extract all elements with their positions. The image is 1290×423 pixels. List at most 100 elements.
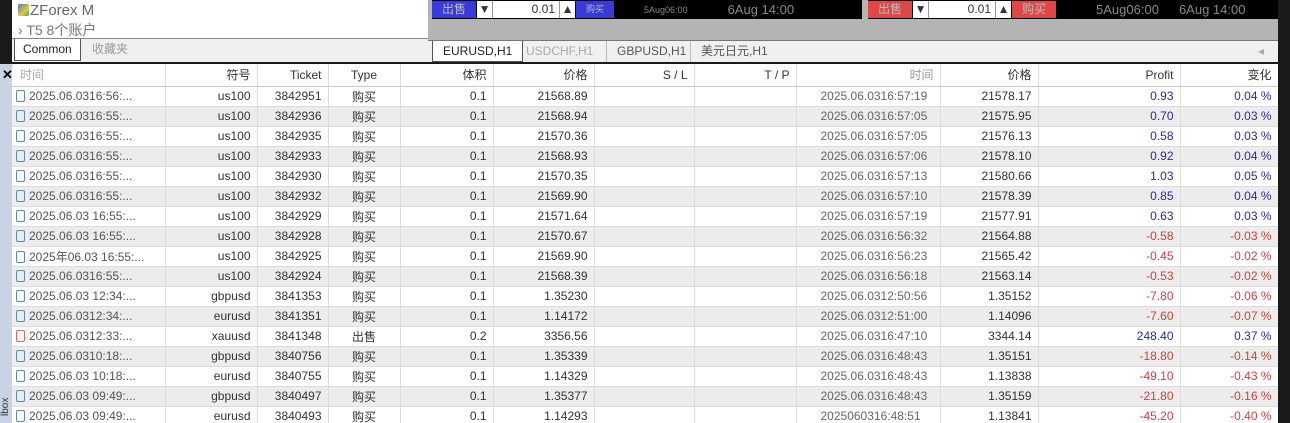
- cell-ticket: 3842928: [257, 226, 329, 247]
- column-header[interactable]: 时间: [12, 64, 166, 87]
- position-icon: [16, 210, 25, 222]
- column-header[interactable]: 体积: [400, 64, 494, 87]
- position-icon: [16, 370, 25, 382]
- chart-window-1[interactable]: 出售 ▼ 0.01 ▲ 购买 5Aug06:00 6Aug 14:00: [432, 0, 862, 19]
- cell-open-price: 21569.90: [493, 246, 595, 267]
- accounts-item[interactable]: › T5 8个账户: [18, 20, 96, 40]
- cell-sl: [594, 386, 695, 407]
- lot-stepper[interactable]: ▼ 0.01 ▲: [477, 1, 576, 18]
- table-row[interactable]: 2025.06.0312:33:... xauusd 3841348 出售 0.2 335…: [12, 326, 1278, 347]
- lot-value[interactable]: 0.01: [493, 1, 559, 18]
- buy-button[interactable]: 购买: [576, 1, 615, 18]
- scroll-left-icon[interactable]: ◂: [1248, 41, 1274, 62]
- column-header[interactable]: 变化: [1180, 64, 1278, 87]
- table-row[interactable]: 2025.06.03 12:34:... gbpusd 3841353 购买 0.1 1.…: [12, 286, 1278, 307]
- table-row[interactable]: 2025.06.03 10:18:... eurusd 3840755 购买 0.1 1.…: [12, 366, 1278, 387]
- cell-open-time: 2025.06.03 09:49:...: [12, 406, 166, 423]
- cell-ticket: 3842932: [257, 186, 329, 207]
- cell-tp: [694, 326, 797, 347]
- table-row[interactable]: 2025.06.03 09:49:... eurusd 3840493 购买 0.1 1.…: [12, 406, 1278, 423]
- cell-profit: -21.80: [1038, 386, 1181, 407]
- cell-sl: [594, 186, 695, 207]
- tab-common[interactable]: Common: [14, 39, 81, 61]
- table-row[interactable]: 2025.06.03 16:55:... us100 3842929 购买 0.1 215…: [12, 206, 1278, 227]
- cell-open-price: 1.14293: [493, 406, 595, 423]
- increase-icon[interactable]: ▲: [559, 1, 575, 18]
- open-time-text: 2025.06.0316:56:...: [29, 89, 133, 103]
- column-header[interactable]: 价格: [940, 64, 1039, 87]
- cell-symbol: gbpusd: [165, 346, 258, 367]
- lot-stepper[interactable]: ▼ 0.01 ▲: [913, 1, 1012, 18]
- column-header[interactable]: 时间: [796, 64, 941, 87]
- open-time-text: 2025.06.0310:18:...: [29, 349, 133, 363]
- decrease-icon[interactable]: ▼: [477, 1, 494, 18]
- cell-change: -0.14 %: [1180, 346, 1278, 367]
- sell-button[interactable]: 出售: [432, 1, 477, 18]
- table-row[interactable]: 2025.06.0316:55:... us100 3842932 购买 0.1 2156…: [12, 186, 1278, 207]
- position-icon: [16, 150, 25, 162]
- table-row[interactable]: 2025.06.0316:55:... us100 3842935 购买 0.1 2157…: [12, 126, 1278, 147]
- cell-close-time: 2025.06.0316:57:06: [796, 146, 941, 167]
- column-header[interactable]: Type: [328, 64, 401, 87]
- broker-name: ZForex M: [30, 2, 95, 19]
- table-row[interactable]: 2025.06.0316:55:... us100 3842924 购买 0.1 2156…: [12, 266, 1278, 287]
- cell-volume: 0.1: [400, 86, 494, 107]
- cell-sl: [594, 286, 695, 307]
- table-row[interactable]: 2025.06.0310:18:... gbpusd 3840756 购买 0.1 1.3…: [12, 346, 1278, 367]
- open-time-text: 2025.06.03 09:49:...: [29, 389, 136, 403]
- tab-usdchf[interactable]: USDCHF,H1: [516, 41, 603, 62]
- tab-gbpusd[interactable]: GBPUSD,H1: [606, 41, 696, 62]
- table-row[interactable]: 2025.06.0316:55:... us100 3842936 购买 0.1 2156…: [12, 106, 1278, 127]
- cell-open-price: 21568.89: [493, 86, 595, 107]
- table-row[interactable]: 2025.06.03 16:55:... us100 3842928 购买 0.1 215…: [12, 226, 1278, 247]
- cell-volume: 0.1: [400, 246, 494, 267]
- cell-type: 购买: [328, 246, 401, 267]
- cell-type: 购买: [328, 346, 401, 367]
- decrease-icon[interactable]: ▼: [913, 1, 930, 18]
- cell-change: -0.02 %: [1180, 266, 1278, 287]
- column-header[interactable]: Profit: [1038, 64, 1181, 87]
- tab-favorites[interactable]: 收藏夹: [84, 39, 136, 61]
- buy-button[interactable]: 购买: [1012, 1, 1057, 18]
- increase-icon[interactable]: ▲: [995, 1, 1011, 18]
- cell-sl: [594, 226, 695, 247]
- cell-close-price: 1.13838: [940, 366, 1039, 387]
- broker-item[interactable]: ZForex M: [18, 2, 94, 19]
- column-header[interactable]: Ticket: [257, 64, 329, 87]
- sell-button[interactable]: 出售: [868, 1, 913, 18]
- cell-change: 0.03 %: [1180, 106, 1278, 127]
- table-row[interactable]: 2025.06.0316:55:... us100 3842933 购买 0.1 2156…: [12, 146, 1278, 167]
- cell-tp: [694, 206, 797, 227]
- table-row[interactable]: 2025.06.0312:34:... eurusd 3841351 购买 0.1 1.1…: [12, 306, 1278, 327]
- table-row[interactable]: 2025.06.0316:56:... us100 3842951 购买 0.1 2156…: [12, 86, 1278, 107]
- cell-change: 0.37 %: [1180, 326, 1278, 347]
- position-icon: [16, 190, 25, 202]
- cell-close-time: 2025.06.0316:57:19: [796, 206, 941, 227]
- lot-value[interactable]: 0.01: [929, 1, 995, 18]
- table-row[interactable]: 2025.06.03 09:49:... gbpusd 3840497 购买 0.1 1.…: [12, 386, 1278, 407]
- toolbox-strip: ✕: [0, 64, 13, 390]
- cell-open-time: 2025.06.0316:55:...: [12, 146, 166, 167]
- cell-type: 购买: [328, 286, 401, 307]
- cell-symbol: us100: [165, 146, 258, 167]
- toolbox-label[interactable]: lbox: [0, 390, 12, 423]
- cell-open-time: 2025.06.0316:55:...: [12, 106, 166, 127]
- cell-symbol: eurusd: [165, 306, 258, 327]
- cell-close-price: 21563.14: [940, 266, 1039, 287]
- column-header[interactable]: T / P: [694, 64, 797, 87]
- table-row[interactable]: 2025年06.03 16:55:... us100 3842925 购买 0.1 215…: [12, 246, 1278, 267]
- cell-profit: -7.80: [1038, 286, 1181, 307]
- cell-sl: [594, 106, 695, 127]
- column-header[interactable]: 价格: [493, 64, 595, 87]
- cell-tp: [694, 306, 797, 327]
- tab-eurusd[interactable]: EURUSD,H1: [432, 41, 524, 62]
- column-header[interactable]: S / L: [594, 64, 695, 87]
- cell-tp: [694, 366, 797, 387]
- cell-type: 购买: [328, 106, 401, 127]
- cell-open-time: 2025.06.03 12:34:...: [12, 286, 166, 307]
- column-header[interactable]: 符号: [165, 64, 258, 87]
- table-row[interactable]: 2025.06.0316:55:... us100 3842930 购买 0.1 2157…: [12, 166, 1278, 187]
- cell-type: 购买: [328, 306, 401, 327]
- tab-usdjpy[interactable]: 美元日元,H1: [690, 41, 778, 62]
- chart-window-2[interactable]: 出售 ▼ 0.01 ▲ 购买 5Aug06:00 6Aug 14:00: [868, 0, 1278, 19]
